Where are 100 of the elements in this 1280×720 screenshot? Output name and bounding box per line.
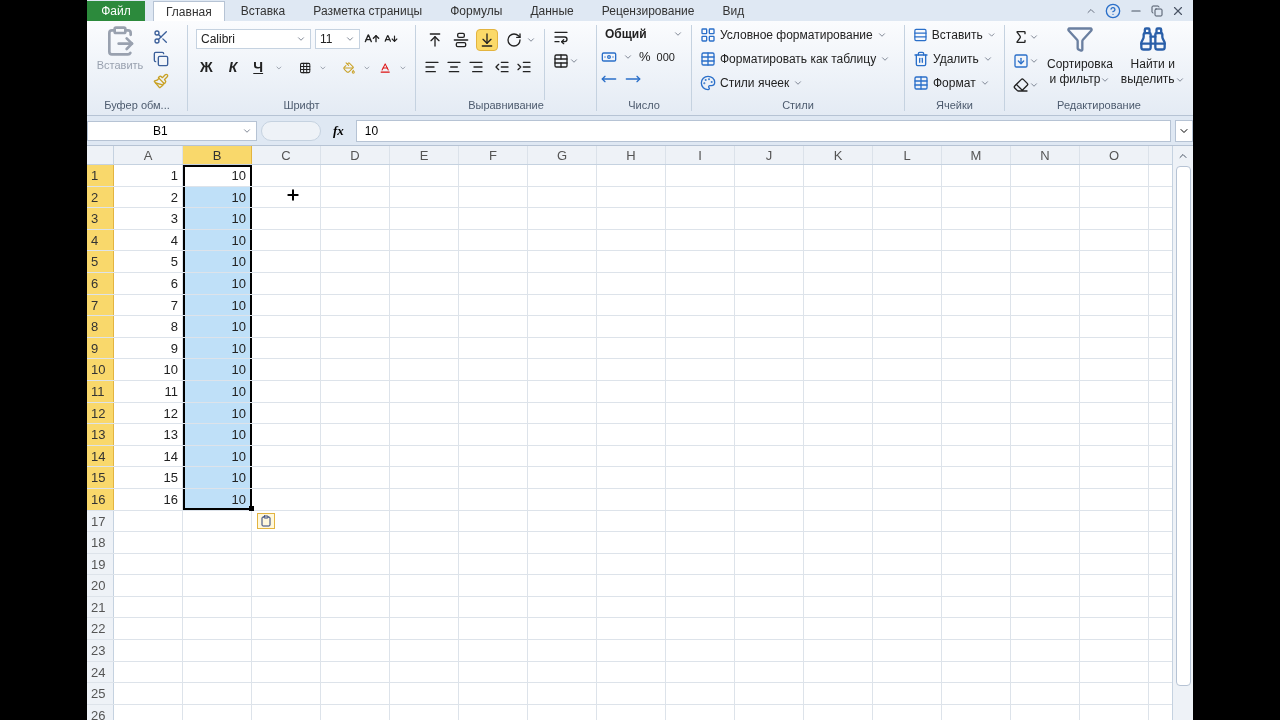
column-header[interactable]: C [252, 146, 321, 164]
column-header[interactable]: F [459, 146, 528, 164]
formula-input[interactable]: 10 [355, 119, 1171, 142]
cells-menu-button[interactable]: Удалить [913, 49, 996, 69]
percent-button[interactable]: % [639, 47, 651, 67]
caret-icon [1029, 56, 1039, 66]
column-header[interactable]: B [183, 146, 252, 164]
row-header[interactable]: 22 [87, 618, 114, 640]
styles-menu-button[interactable]: Форматировать как таблицу [700, 49, 896, 69]
cells-menu-button[interactable]: Вставить [913, 25, 996, 45]
column-header[interactable]: N [1011, 146, 1080, 164]
wrap-text-icon[interactable] [553, 29, 569, 45]
ribbon-tab[interactable]: Формулы [438, 1, 515, 21]
row-header[interactable]: 5 [87, 251, 114, 272]
row-header[interactable]: 25 [87, 683, 114, 704]
row-header[interactable]: 4 [87, 229, 114, 251]
orientation-icon[interactable] [506, 32, 522, 48]
vertical-scrollbar[interactable] [1172, 146, 1193, 720]
eraser-icon[interactable] [1013, 77, 1029, 93]
styles-menu-button[interactable]: Стили ячеек [700, 73, 896, 93]
row-header[interactable]: 21 [87, 596, 114, 618]
expand-formula-button[interactable] [1175, 119, 1193, 142]
group-label: Редактирование [1056, 100, 1142, 113]
column-header[interactable]: K [804, 146, 873, 164]
row-header[interactable]: 13 [87, 424, 114, 445]
caret-icon [793, 78, 804, 88]
styles-menu-button[interactable]: Условное форматирование [700, 25, 896, 45]
row-header[interactable]: 17 [87, 510, 114, 532]
fill-icon[interactable] [1013, 53, 1029, 69]
row-header[interactable]: 12 [87, 402, 114, 424]
fill-handle[interactable] [249, 506, 254, 511]
paste-options-icon[interactable] [257, 513, 275, 529]
number-format-field[interactable]: Общий [601, 25, 687, 43]
row-header[interactable]: 18 [87, 532, 114, 553]
row-header[interactable]: 11 [87, 380, 114, 402]
decrease-indent-icon[interactable] [494, 59, 510, 75]
help-icon[interactable] [1105, 2, 1121, 19]
row-header[interactable]: 10 [87, 359, 114, 380]
sort-filter-button[interactable]: Сортировка и фильтр [1047, 25, 1113, 100]
row-header[interactable]: 24 [87, 661, 114, 683]
cells-menu-button[interactable]: Формат [913, 73, 996, 93]
ribbon-tab[interactable]: Данные [518, 1, 586, 21]
align-right-icon[interactable] [468, 59, 484, 75]
column-header[interactable]: G [528, 146, 597, 164]
column-header[interactable]: I [666, 146, 735, 164]
column-header[interactable]: O [1080, 146, 1149, 164]
group-label: Буфер обм... [103, 100, 171, 113]
row-header[interactable]: 3 [87, 208, 114, 229]
thousands-button[interactable]: 000 [656, 48, 675, 65]
align-left-icon[interactable] [424, 59, 440, 75]
table-cell: 10 [183, 316, 252, 337]
ribbon-tab[interactable]: Рецензирование [589, 1, 707, 21]
column-header[interactable]: J [735, 146, 804, 164]
ribbon-tab[interactable]: Разметка страницы [301, 1, 435, 21]
cut-icon[interactable] [153, 29, 169, 45]
scrollbar-thumb[interactable] [1175, 166, 1191, 686]
align-center-icon[interactable] [446, 59, 462, 75]
row-header[interactable]: 19 [87, 553, 114, 575]
caret-icon [1029, 32, 1039, 42]
row-header[interactable]: 7 [87, 294, 114, 316]
increase-indent-icon[interactable] [516, 59, 532, 75]
find-select-button[interactable]: Найти и выделить [1120, 25, 1185, 100]
row-header[interactable]: 1 [87, 165, 114, 186]
filter-icon [1065, 25, 1094, 53]
cells-icon [913, 51, 929, 67]
row-header[interactable]: 20 [87, 575, 114, 596]
table-cell: 10 [183, 294, 252, 316]
selection-bottom-edge [183, 508, 252, 510]
row-header[interactable]: 15 [87, 467, 114, 488]
copy-icon[interactable] [153, 51, 169, 67]
ribbon-tab[interactable]: Главная [153, 1, 225, 21]
file-tab[interactable]: Файл [87, 1, 145, 21]
column-header[interactable]: L [873, 146, 942, 164]
ribbon-tab[interactable]: Вставка [228, 1, 298, 21]
row-header[interactable]: 6 [87, 272, 114, 294]
column-header[interactable]: D [321, 146, 390, 164]
bold-button[interactable]: Ж [196, 57, 217, 78]
column-header[interactable]: M [942, 146, 1011, 164]
column-header[interactable]: H [597, 146, 666, 164]
vertical-align-button[interactable] [476, 29, 498, 51]
autosum-icon[interactable] [1013, 29, 1029, 45]
name-box[interactable]: B1 [87, 120, 257, 141]
restore-icon[interactable] [1151, 4, 1163, 17]
row-header[interactable]: 14 [87, 445, 114, 467]
row-header[interactable]: 9 [87, 337, 114, 359]
row-header[interactable]: 8 [87, 316, 114, 337]
row-header[interactable]: 23 [87, 640, 114, 661]
font-size-field[interactable]: 11 [315, 29, 360, 49]
insert-function-button[interactable]: fx [325, 120, 352, 141]
merge-cells-icon[interactable] [553, 53, 569, 69]
row-header[interactable]: 16 [87, 488, 114, 510]
caret-icon [880, 54, 891, 64]
row-header[interactable]: 2 [87, 186, 114, 208]
font-name-field[interactable]: Calibri [196, 29, 311, 49]
ribbon-tab[interactable]: Вид [710, 1, 757, 21]
fill-color-icon[interactable] [342, 59, 356, 76]
column-header[interactable]: E [390, 146, 459, 164]
italic-button[interactable]: К [224, 57, 242, 78]
underline-button[interactable]: Ч [249, 57, 268, 78]
table-cell: 10 [183, 251, 252, 272]
